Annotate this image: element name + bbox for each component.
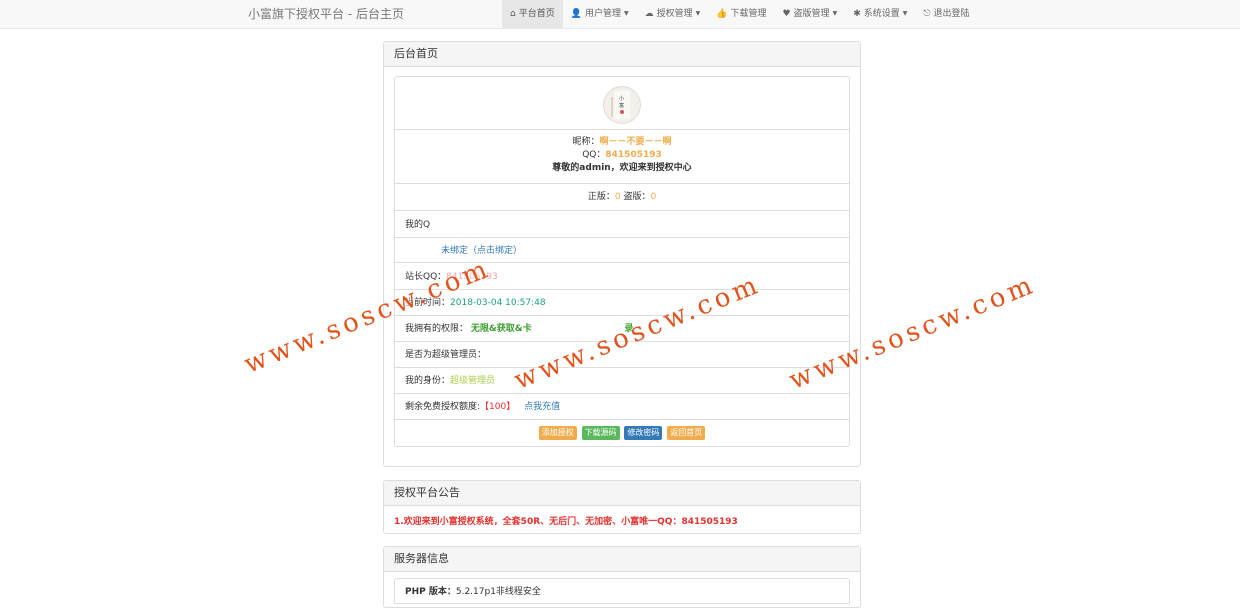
super-admin-label: 是否为超级管理员： — [405, 350, 487, 360]
php-version-value: 5.2.17p1非线程安全 — [455, 587, 541, 597]
permissions-label: 我拥有的权限： — [405, 324, 469, 334]
permissions-value-a: 无限&获取&卡 — [470, 324, 532, 334]
nickname-label: 昵称： — [572, 137, 600, 147]
nav-logout[interactable]: ⎋ 退出登陆 — [915, 0, 977, 28]
avatar: 小 富 — [603, 86, 641, 124]
profile-row: 昵称：啊－－不要－－啊 QQ：841505193 尊敬的admin，欢迎来到授权… — [394, 129, 850, 184]
nav-home[interactable]: ⌂ 平台首页 — [502, 0, 563, 28]
nav-download-management-label: 下载管理 — [730, 9, 767, 19]
nav-auth-management-label: 授权管理 — [656, 9, 693, 19]
recharge-link[interactable]: 点我充值 — [524, 402, 560, 412]
main-nav: ⌂ 平台首页 👤 用户管理 ▼ ☁ 授权管理 ▼ 👍 下载管理 ♥ 盗版管理 ▼… — [502, 0, 978, 28]
license-stats-row: 正版：0 盗版：0 — [394, 183, 850, 211]
nav-download-management[interactable]: 👍 下载管理 — [708, 0, 774, 28]
qq-label: QQ： — [582, 150, 606, 160]
bind-qq-link[interactable]: 未绑定（点击绑定） — [405, 246, 522, 256]
qq-line: QQ：841505193 — [395, 149, 849, 162]
server-info-panel: 服务器信息 PHP 版本：5.2.17p1非线程安全 — [383, 546, 861, 608]
cloud-icon: ☁ — [644, 9, 654, 19]
pirated-count: 0 — [650, 192, 657, 202]
identity-value: 超级管理员 — [450, 376, 496, 386]
home-panel: 后台首页 小 富 昵称：啊－－不要－－啊 QQ：841505193 尊敬的adm… — [383, 41, 861, 467]
quota-row: 剩余免费授权额度:【100】 点我充值 — [394, 393, 850, 420]
caret-down-icon: ▼ — [902, 10, 908, 17]
action-buttons-row: 添加授权 下载源码 修改密码 返回首页 — [394, 419, 850, 447]
genuine-label: 正版： — [587, 192, 615, 202]
server-info-list: PHP 版本：5.2.17p1非线程安全 — [394, 578, 850, 604]
notice-text: 1.欢迎来到小富授权系统，全套50R、无后门、无加密、小富唯一QQ：841505… — [394, 517, 738, 527]
welcome-text: 尊敬的admin，欢迎来到授权中心 — [552, 163, 692, 173]
qq-value: 841505193 — [605, 150, 662, 160]
nickname-value: 啊－－不要－－啊 — [599, 137, 672, 147]
svg-text:富: 富 — [619, 102, 624, 109]
caret-down-icon: ▼ — [695, 10, 701, 17]
php-version-row: PHP 版本：5.2.17p1非线程安全 — [394, 578, 850, 604]
home-icon: ⌂ — [510, 9, 516, 19]
nav-piracy-management[interactable]: ♥ 盗版管理 ▼ — [774, 0, 845, 28]
back-home-button[interactable]: 返回首页 — [667, 426, 706, 440]
logout-icon: ⎋ — [923, 9, 931, 19]
caret-down-icon: ▼ — [623, 10, 629, 17]
identity-row: 我的身份：超级管理员 — [394, 367, 850, 394]
nav-system-settings[interactable]: ✱ 系统设置 ▼ — [845, 0, 915, 28]
nav-auth-management[interactable]: ☁ 授权管理 ▼ — [637, 0, 709, 28]
my-qq-label: 我的Q — [405, 220, 431, 230]
asterisk-icon: ✱ — [853, 9, 861, 19]
nav-user-management[interactable]: 👤 用户管理 ▼ — [563, 0, 637, 28]
svg-text:小: 小 — [619, 95, 624, 102]
caret-down-icon: ▼ — [832, 10, 838, 17]
user-icon: 👤 — [570, 9, 582, 19]
download-source-button[interactable]: 下载源码 — [581, 426, 620, 440]
top-navbar: 小富旗下授权平台 - 后台主页 ⌂ 平台首页 👤 用户管理 ▼ ☁ 授权管理 ▼… — [0, 0, 1240, 29]
brand-title[interactable]: 小富旗下授权平台 - 后台主页 — [248, 5, 404, 22]
heart-icon: ♥ — [782, 9, 791, 19]
nickname-line: 昵称：啊－－不要－－啊 — [395, 136, 849, 149]
identity-label: 我的身份： — [405, 376, 451, 386]
avatar-image: 小 富 — [611, 91, 630, 119]
nav-user-management-label: 用户管理 — [584, 9, 621, 19]
php-version-label: PHP 版本： — [405, 587, 456, 597]
notice-panel: 授权平台公告 1.欢迎来到小富授权系统，全套50R、无后门、无加密、小富唯一QQ… — [383, 480, 861, 534]
avatar-row: 小 富 — [394, 76, 850, 130]
nav-piracy-management-label: 盗版管理 — [793, 9, 830, 19]
my-qq-row: 我的Q — [394, 210, 850, 238]
time-value: 2018-03-04 10:57:48 — [450, 298, 546, 308]
qq-bind-row: 未绑定（点击绑定） — [394, 237, 850, 263]
home-panel-title: 后台首页 — [384, 42, 860, 67]
pirated-label: 盗版： — [623, 192, 651, 202]
notice-panel-title: 授权平台公告 — [384, 481, 860, 506]
add-license-button[interactable]: 添加授权 — [538, 426, 577, 440]
quota-value: 【100】 — [480, 402, 516, 412]
genuine-count: 0 — [614, 192, 621, 202]
change-password-button[interactable]: 修改密码 — [624, 426, 663, 440]
nav-system-settings-label: 系统设置 — [863, 9, 900, 19]
quota-label: 剩余免费授权额度: — [405, 402, 481, 412]
nav-home-label: 平台首页 — [518, 9, 555, 19]
server-panel-title: 服务器信息 — [384, 547, 860, 572]
nav-logout-label: 退出登陆 — [933, 9, 970, 19]
thumbs-up-icon: 👍 — [716, 9, 728, 19]
